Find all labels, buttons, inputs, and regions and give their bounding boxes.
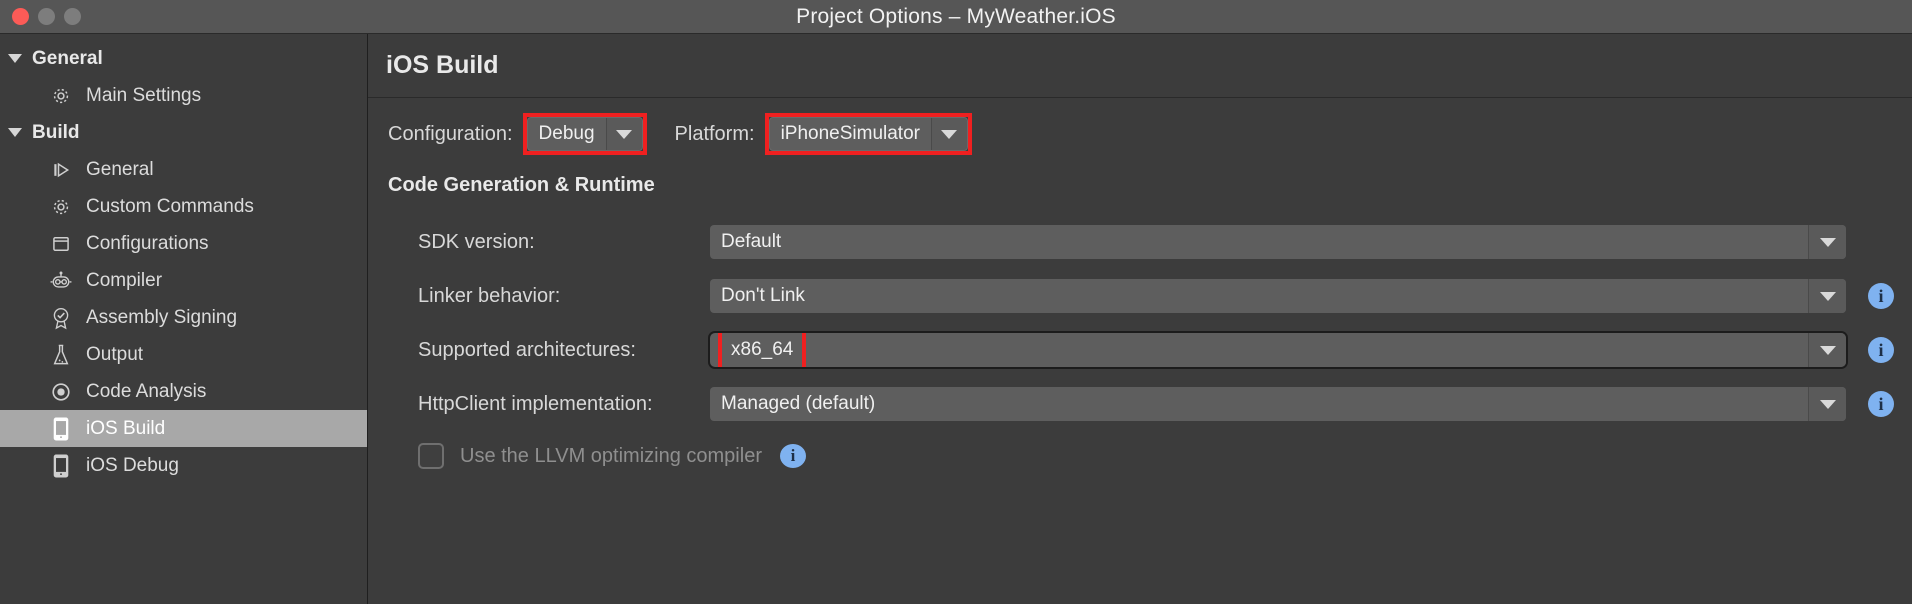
linker-behavior-value: Don't Link <box>721 285 805 306</box>
chevron-down-icon <box>1819 345 1836 355</box>
chevron-down-icon <box>941 129 958 139</box>
sidebar-item-label: iOS Build <box>86 418 166 439</box>
sidebar-item-label: Custom Commands <box>86 196 254 217</box>
section-title-code-generation: Code Generation & Runtime <box>388 174 655 196</box>
sidebar-item-label: General <box>32 48 103 69</box>
panel-header: iOS Build <box>368 34 1912 98</box>
supported-architectures-dropdown[interactable]: x86_64 <box>710 333 1846 367</box>
sidebar-item-label: Code Analysis <box>86 381 207 402</box>
sidebar-item-compiler[interactable]: Compiler <box>0 262 367 299</box>
sidebar-group-general[interactable]: General <box>0 40 367 77</box>
configuration-dropdown-arrow[interactable] <box>605 118 642 150</box>
sidebar-item-assembly-signing[interactable]: Assembly Signing <box>0 299 367 336</box>
info-icon[interactable]: i <box>1868 391 1894 417</box>
phone-icon <box>48 417 74 441</box>
platform-value: iPhoneSimulator <box>780 123 920 144</box>
sdk-version-value: Default <box>721 231 782 252</box>
sdk-version-label: SDK version: <box>418 230 535 253</box>
httpclient-implementation-dropdown[interactable]: Managed (default) <box>710 387 1846 421</box>
configuration-highlight-box: Debug <box>522 113 647 155</box>
httpclient-implementation-input-wrap: Managed (default) i <box>710 387 1894 421</box>
window-body: General Main Settings Build General Cust… <box>0 34 1912 604</box>
supported-architectures-label: Supported architectures: <box>418 338 636 361</box>
sdk-version-input-wrap: Default i <box>710 225 1894 259</box>
row-llvm-compiler: Use the LLVM optimizing compiler i <box>386 431 1894 481</box>
sidebar: General Main Settings Build General Cust… <box>0 34 368 604</box>
httpclient-implementation-dropdown-arrow[interactable] <box>1808 387 1846 421</box>
flask-icon <box>48 343 74 367</box>
configuration-value: Debug <box>538 123 595 144</box>
linker-behavior-dropdown[interactable]: Don't Link <box>710 279 1846 313</box>
linker-behavior-label: Linker behavior: <box>418 284 561 307</box>
row-sdk-version: SDK version: Default i <box>386 215 1894 269</box>
sdk-version-dropdown-arrow[interactable] <box>1808 225 1846 259</box>
info-icon[interactable]: i <box>1868 337 1894 363</box>
sidebar-item-ios-build[interactable]: iOS Build <box>0 410 367 447</box>
gear-icon <box>48 84 74 108</box>
page-title: iOS Build <box>386 51 499 79</box>
phone-icon <box>48 454 74 478</box>
sidebar-item-label: General <box>86 159 154 180</box>
play-bar-icon <box>48 158 74 182</box>
sidebar-item-label: Build <box>32 122 80 143</box>
configuration-bar: Configuration: Debug Platform: iPhoneSim… <box>386 98 1894 170</box>
supported-architectures-dropdown-arrow[interactable] <box>1808 333 1846 367</box>
httpclient-implementation-value: Managed (default) <box>721 393 876 414</box>
info-icon[interactable]: i <box>779 444 806 468</box>
linker-behavior-input-wrap: Don't Link i <box>710 279 1894 313</box>
row-linker-behavior: Linker behavior: Don't Link i <box>386 269 1894 323</box>
configuration-dropdown[interactable]: Debug <box>526 117 643 151</box>
radio-target-icon <box>48 380 74 404</box>
platform-dropdown-arrow[interactable] <box>930 118 967 150</box>
window-title: Project Options – MyWeather.iOS <box>796 4 1116 28</box>
sdk-version-dropdown[interactable]: Default <box>710 225 1846 259</box>
sidebar-item-configurations[interactable]: Configurations <box>0 225 367 262</box>
sidebar-group-build[interactable]: Build <box>0 114 367 151</box>
chevron-down-icon <box>1819 399 1836 409</box>
sidebar-item-label: Compiler <box>86 270 163 291</box>
gear-icon <box>48 195 74 219</box>
disclosure-triangle-down-icon[interactable] <box>8 54 22 63</box>
window-square-icon <box>48 232 74 256</box>
sidebar-item-code-analysis[interactable]: Code Analysis <box>0 373 367 410</box>
supported-architectures-input-wrap: x86_64 i <box>710 333 1894 367</box>
sidebar-item-label: Output <box>86 344 144 365</box>
row-supported-architectures: Supported architectures: x86_64 i <box>386 323 1894 377</box>
sidebar-item-custom-commands[interactable]: Custom Commands <box>0 188 367 225</box>
supported-architectures-value-slot: x86_64 <box>710 333 1808 367</box>
sidebar-item-build-general[interactable]: General <box>0 151 367 188</box>
sidebar-item-label: Main Settings <box>86 85 202 106</box>
info-icon[interactable]: i <box>1868 283 1894 309</box>
llvm-compiler-label: Use the LLVM optimizing compiler <box>460 444 762 467</box>
project-options-window: Project Options – MyWeather.iOS General … <box>0 0 1912 604</box>
sidebar-item-label: Assembly Signing <box>86 307 238 328</box>
httpclient-implementation-label: HttpClient implementation: <box>418 392 653 415</box>
main-panel: iOS Build Configuration: Debug Platform:… <box>368 34 1912 604</box>
sidebar-item-ios-debug[interactable]: iOS Debug <box>0 447 367 484</box>
title-bar: Project Options – MyWeather.iOS <box>0 0 1912 34</box>
chevron-down-icon <box>616 129 633 139</box>
sidebar-item-output[interactable]: Output <box>0 336 367 373</box>
sidebar-item-label: Configurations <box>86 233 209 254</box>
row-httpclient-implementation: HttpClient implementation: Managed (defa… <box>386 377 1894 431</box>
llvm-compiler-checkbox[interactable] <box>418 443 444 469</box>
configuration-label: Configuration: <box>388 122 513 145</box>
certificate-seal-icon <box>48 306 74 330</box>
platform-label: Platform: <box>674 122 755 145</box>
chevron-down-icon <box>1819 291 1836 301</box>
linker-behavior-dropdown-arrow[interactable] <box>1808 279 1846 313</box>
chevron-down-icon <box>1819 237 1836 247</box>
sidebar-item-main-settings[interactable]: Main Settings <box>0 77 367 114</box>
sidebar-item-label: iOS Debug <box>86 455 179 476</box>
platform-highlight-box: iPhoneSimulator <box>764 113 972 155</box>
panel-content: Configuration: Debug Platform: iPhoneSim… <box>368 98 1912 604</box>
robot-icon <box>48 269 74 293</box>
disclosure-triangle-down-icon[interactable] <box>8 128 22 137</box>
supported-architectures-value: x86_64 <box>718 333 807 367</box>
platform-dropdown[interactable]: iPhoneSimulator <box>768 117 968 151</box>
